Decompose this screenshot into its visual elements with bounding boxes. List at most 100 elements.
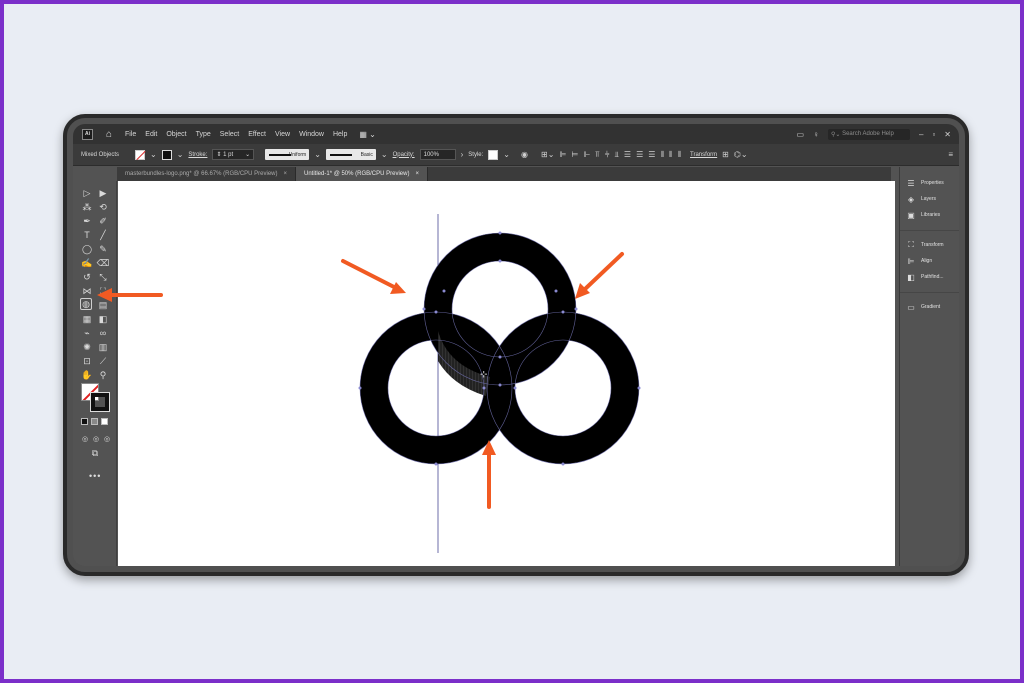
envelope-icon[interactable]: ⌬⌄ (734, 150, 748, 159)
align-middle-icon[interactable]: ⫩ (605, 150, 610, 160)
distribute-top-icon[interactable]: ☰ (624, 150, 631, 159)
menu-window[interactable]: Window (299, 131, 324, 138)
zoom-tool-icon[interactable]: ⚲ (97, 369, 109, 381)
opacity-field[interactable]: 100% (419, 149, 456, 160)
ellipse-tool-icon[interactable]: ◯ (81, 243, 93, 255)
panel-libraries[interactable]: ▣ Libraries (900, 207, 959, 223)
scale-tool-icon[interactable]: ⤡ (97, 271, 109, 283)
home-icon[interactable]: ⌂ (102, 129, 116, 140)
artboard[interactable]: ⊹ (118, 181, 895, 566)
isolate-icon[interactable]: ⊞ (722, 150, 729, 159)
recolor-artwork-icon[interactable]: ◉ (521, 150, 528, 159)
tab-masterbundles-logo[interactable]: masterbundles-logo.png* @ 66.67% (RGB/CP… (117, 167, 297, 181)
eraser-tool-icon[interactable]: ⌫ (97, 257, 110, 269)
line-tool-icon[interactable]: ╱ (97, 229, 109, 241)
artboard-tool-icon[interactable]: ⊡ (81, 355, 93, 367)
menu-view[interactable]: View (275, 131, 290, 138)
tab-untitled-1[interactable]: Untitled-1* @ 50% (RGB/CPU Preview) × (296, 167, 428, 181)
panel-properties[interactable]: ☰ Properties (900, 175, 959, 191)
lasso-tool-icon[interactable]: ⟲ (97, 201, 109, 213)
column-graph-icon[interactable]: ▥ (97, 341, 109, 353)
screen-mode-icon[interactable]: ⧉ (89, 447, 101, 459)
align-bottom-icon[interactable]: ⫫ (614, 150, 619, 160)
paintbrush-tool-icon[interactable]: ✎ (97, 243, 109, 255)
fill-stroke-control[interactable] (81, 383, 110, 412)
distribute-right-icon[interactable]: ⦀ (678, 150, 682, 160)
menu-select[interactable]: Select (220, 131, 239, 138)
menu-file[interactable]: File (125, 131, 136, 138)
transform-link[interactable]: Transform (690, 152, 717, 158)
shaper-tool-icon[interactable]: ✍ (81, 257, 93, 269)
chevron-down-icon[interactable]: ⌄ (314, 150, 321, 159)
slice-tool-icon[interactable]: ⟋ (97, 355, 109, 367)
opacity-label[interactable]: Opacity: (393, 152, 415, 158)
close-icon[interactable]: × (284, 171, 288, 177)
menu-edit[interactable]: Edit (145, 131, 157, 138)
rotate-tool-icon[interactable]: ↺ (81, 271, 93, 283)
menu-help[interactable]: Help (333, 131, 347, 138)
search-input[interactable]: ⚲⌄ Search Adobe Help (828, 128, 910, 140)
hand-tool-icon[interactable]: ✋ (81, 369, 93, 381)
magic-wand-icon[interactable]: ⁂ (81, 201, 93, 213)
curvature-tool-icon[interactable]: ✐ (97, 215, 109, 227)
align-top-icon[interactable]: ⫪ (595, 150, 600, 160)
variable-width-profile[interactable]: Uniform (265, 149, 310, 160)
panel-layers[interactable]: ◈ Layers (900, 191, 959, 207)
free-transform-tool-icon[interactable]: ⛶ (97, 285, 109, 297)
type-tool-icon[interactable]: T (81, 229, 93, 241)
stroke-swatch[interactable] (161, 149, 172, 160)
minimize-icon[interactable]: – (919, 130, 923, 139)
chevron-down-icon[interactable]: ⌄ (177, 150, 184, 159)
distribute-bottom-icon[interactable]: ☰ (648, 150, 655, 159)
edit-toolbar-icon[interactable]: ••• (89, 471, 101, 481)
panel-menu-icon[interactable]: ≡ (948, 150, 953, 159)
artwork[interactable]: ⊹ (118, 181, 895, 566)
panel-align[interactable]: ⊫ Align (900, 253, 959, 269)
stroke-weight-field[interactable]: ⇕ 1 pt ⌄ (212, 149, 255, 160)
stroke-swatch-large[interactable] (90, 392, 110, 412)
align-to-icon[interactable]: ⊞⌄ (541, 150, 554, 159)
draw-inside-icon[interactable]: ◎ (101, 433, 113, 445)
mesh-tool-icon[interactable]: ▦ (81, 313, 93, 325)
align-center-icon[interactable]: ⊨ (571, 150, 578, 159)
shape-builder-icon[interactable]: ◍ (80, 298, 92, 310)
menu-effect[interactable]: Effect (248, 131, 266, 138)
eyedropper-tool-icon[interactable]: ⌁ (81, 327, 93, 339)
chevron-down-icon[interactable]: ⌄ (381, 150, 388, 159)
color-mode-icon[interactable] (81, 418, 88, 425)
perspective-grid-icon[interactable]: ▤ (97, 299, 109, 311)
align-left-icon[interactable]: ⊫ (559, 150, 566, 159)
chevron-down-icon[interactable]: ⌄ (503, 150, 510, 159)
menu-type[interactable]: Type (196, 131, 211, 138)
width-tool-icon[interactable]: ⋈ (81, 285, 93, 297)
distribute-middle-icon[interactable]: ☰ (636, 150, 643, 159)
chevron-down-icon[interactable]: ⌄ (150, 150, 157, 159)
close-icon[interactable]: × (415, 171, 419, 177)
panel-gradient[interactable]: ▭ Gradient (900, 299, 959, 315)
distribute-center-icon[interactable]: ⦀ (669, 150, 673, 160)
menu-object[interactable]: Object (166, 131, 186, 138)
panel-pathfinder[interactable]: ◧ Pathfind... (900, 269, 959, 285)
stroke-label[interactable]: Stroke: (188, 152, 207, 158)
stepper-icon[interactable]: ⇕ (216, 151, 223, 158)
maximize-icon[interactable]: ▫ (932, 130, 935, 139)
lightbulb-icon[interactable]: ♀ (813, 130, 819, 139)
selection-tool-icon[interactable]: ▷ (81, 187, 93, 199)
arrange-documents-icon[interactable]: ▭ (796, 130, 804, 139)
none-mode-icon[interactable] (101, 418, 108, 425)
gradient-mode-icon[interactable] (91, 418, 98, 425)
panel-transform[interactable]: ⛶ Transform (900, 237, 959, 253)
chevron-right-icon[interactable]: › (461, 150, 464, 159)
gradient-tool-icon[interactable]: ◧ (97, 313, 109, 325)
direct-selection-tool-icon[interactable]: ▶ (97, 187, 109, 199)
brush-definition[interactable]: Basic (325, 149, 376, 160)
blend-tool-icon[interactable]: ∞ (97, 327, 109, 339)
close-icon[interactable]: ✕ (944, 130, 951, 139)
chevron-down-icon[interactable]: ⌄ (245, 151, 250, 158)
fill-swatch[interactable] (135, 149, 146, 160)
distribute-left-icon[interactable]: ⦀ (660, 150, 664, 160)
align-right-icon[interactable]: ⊩ (583, 150, 590, 159)
symbol-sprayer-icon[interactable]: ✺ (81, 341, 93, 353)
pen-tool-icon[interactable]: ✒ (81, 215, 93, 227)
graphic-style-swatch[interactable] (488, 149, 499, 160)
